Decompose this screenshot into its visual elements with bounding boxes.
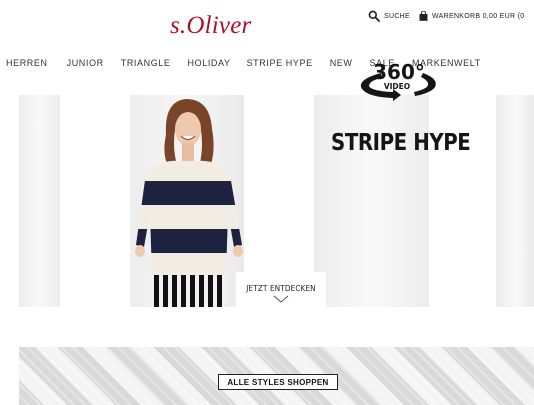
nav-item-triangle[interactable]: TRIANGLE [121,58,171,68]
nav-item-stripe-hype[interactable]: STRIPE HYPE [247,58,313,68]
hero-panel-campaign[interactable] [314,95,429,307]
nav-item-herren[interactable]: HERREN [6,58,48,68]
hero-panel-left [19,95,60,307]
360-badge-word: VIDEO [384,82,410,91]
nav-item-holiday[interactable]: HOLIDAY [188,58,231,68]
utility-bar: SUCHE WARENKORB 0,00 EUR (0 [368,10,524,22]
campaign-title: STRIPE HYPE [331,130,471,156]
discover-button[interactable]: JETZT ENTDECKEN [236,272,326,310]
chevron-down-icon [273,295,289,303]
discover-button-label: JETZT ENTDECKEN [246,284,316,293]
hero-panel-model[interactable] [130,95,244,307]
model-image [135,99,243,307]
360-badge-number: 360° [373,60,425,84]
shopping-bag-icon[interactable] [419,11,428,21]
nav-item-junior[interactable]: JUNIOR [67,58,104,68]
search-link[interactable]: SUCHE [384,13,410,20]
nav-item-new[interactable]: NEW [330,58,353,68]
search-icon[interactable] [368,10,380,22]
brand-logo[interactable]: s.Oliver [170,12,251,40]
360-video-icon[interactable]: 360° VIDEO [353,57,443,107]
hero-panel-right [496,95,534,307]
shop-all-styles-button[interactable]: ALLE STYLES SHOPPEN [218,374,338,390]
cart-link[interactable]: WARENKORB 0,00 EUR (0 [432,13,524,20]
